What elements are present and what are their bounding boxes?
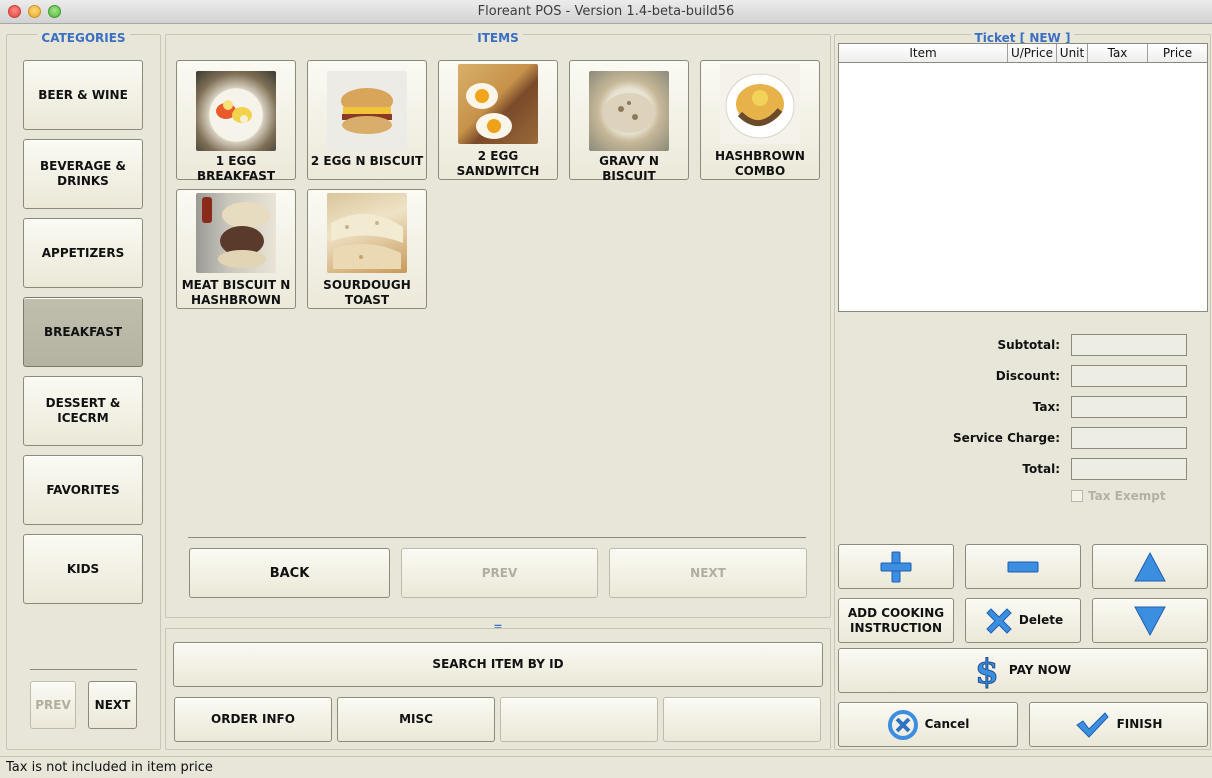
item-label: GRAVY N BISCUIT <box>599 154 659 183</box>
categories-divider <box>30 669 137 670</box>
tax-field <box>1071 396 1187 418</box>
item-image <box>720 64 800 144</box>
category-appetizers[interactable]: APPETIZERS <box>23 218 143 288</box>
category-breakfast[interactable]: BREAKFAST <box>23 297 143 367</box>
column-item[interactable]: Item <box>839 44 1008 62</box>
item-image <box>589 71 669 151</box>
categories-next-button[interactable]: NEXT <box>88 681 137 729</box>
search-item-by-id-button[interactable]: SEARCH ITEM BY ID <box>173 642 823 687</box>
cancel-button[interactable]: Cancel <box>838 702 1018 747</box>
items-title: ITEMS <box>473 31 523 45</box>
item-label: 1 EGG BREAKFAST <box>196 154 276 183</box>
plus-icon <box>880 551 912 582</box>
item-2-egg-sandwitch[interactable]: 2 EGG SANDWITCH <box>438 60 558 180</box>
discount-label: Discount: <box>995 369 1060 383</box>
category-favorites[interactable]: FAVORITES <box>23 455 143 525</box>
item-label: 2 EGG N BISCUIT <box>310 154 424 168</box>
item-sourdough-toast[interactable]: SOURDOUGH TOAST <box>307 189 427 309</box>
ticket-table-header: Item U/Price Unit Tax Price <box>839 44 1207 63</box>
service-charge-label: Service Charge: <box>953 431 1060 445</box>
categories-title: CATEGORIES <box>37 31 130 45</box>
decrease-quantity-button[interactable] <box>965 544 1081 589</box>
item-label: 2 EGG SANDWITCH <box>456 149 540 178</box>
category-dessert-icecrm[interactable]: DESSERT & ICECRM <box>23 376 143 446</box>
dollar-icon: $ <box>975 653 999 689</box>
categories-prev-button[interactable]: PREV <box>30 681 76 729</box>
service-charge-field <box>1071 427 1187 449</box>
category-beer-wine[interactable]: BEER & WINE <box>23 60 143 130</box>
delete-x-icon <box>986 607 1012 634</box>
empty-action-button-2[interactable] <box>663 697 821 742</box>
items-prev-button[interactable]: PREV <box>401 548 598 598</box>
subtotal-field <box>1071 334 1187 356</box>
items-divider <box>188 537 806 538</box>
tax-exempt-label: Tax Exempt <box>1088 489 1166 503</box>
order-info-button[interactable]: ORDER INFO <box>174 697 332 742</box>
column-tax[interactable]: Tax <box>1088 44 1148 62</box>
cancel-icon <box>887 709 918 740</box>
tax-label: Tax: <box>1032 400 1060 414</box>
items-next-button[interactable]: NEXT <box>609 548 807 598</box>
status-bar: Tax is not included in item price <box>0 756 1212 778</box>
finish-button[interactable]: FINISH <box>1029 702 1208 747</box>
tax-exempt-checkbox[interactable] <box>1071 490 1083 502</box>
ticket-table[interactable]: Item U/Price Unit Tax Price <box>838 43 1208 312</box>
down-arrow-icon <box>1134 606 1166 636</box>
checkmark-icon <box>1075 711 1109 738</box>
svg-text:$: $ <box>975 653 999 689</box>
item-gravy-n-biscuit[interactable]: GRAVY N BISCUIT <box>569 60 689 183</box>
item-image <box>458 64 538 144</box>
item-image <box>196 71 276 151</box>
delete-button[interactable]: Delete <box>965 598 1081 643</box>
item-meat-biscuit-n-hashbrown[interactable]: MEAT BISCUIT N HASHBROWN <box>176 189 296 309</box>
item-image <box>196 193 276 273</box>
window-title: Floreant POS - Version 1.4-beta-build56 <box>477 4 735 19</box>
pay-now-button[interactable]: $ PAY NOW <box>838 648 1208 693</box>
item-label: SOURDOUGH TOAST <box>323 278 411 307</box>
category-kids[interactable]: KIDS <box>23 534 143 604</box>
total-label: Total: <box>1022 462 1060 476</box>
items-back-button[interactable]: BACK <box>189 548 390 598</box>
status-text: Tax is not included in item price <box>6 760 213 775</box>
empty-action-button-1[interactable] <box>500 697 658 742</box>
minus-icon <box>1007 561 1039 572</box>
category-beverage-drinks[interactable]: BEVERAGE & DRINKS <box>23 139 143 209</box>
item-label: MEAT BISCUIT N HASHBROWN <box>181 278 291 307</box>
scroll-up-button[interactable] <box>1092 544 1208 589</box>
add-cooking-instruction-button[interactable]: ADD COOKING INSTRUCTION <box>838 598 954 643</box>
item-hashbrown-combo[interactable]: HASHBROWN COMBO <box>700 60 820 180</box>
column-price[interactable]: Price <box>1148 44 1207 62</box>
misc-button[interactable]: MISC <box>337 697 495 742</box>
title-bar: Floreant POS - Version 1.4-beta-build56 <box>0 0 1212 24</box>
up-arrow-icon <box>1134 551 1166 581</box>
scroll-down-button[interactable] <box>1092 598 1208 643</box>
subtotal-label: Subtotal: <box>997 338 1060 352</box>
item-image <box>327 71 407 151</box>
column-unit[interactable]: Unit <box>1057 44 1088 62</box>
increase-quantity-button[interactable] <box>838 544 954 589</box>
column-unit-price[interactable]: U/Price <box>1008 44 1057 62</box>
item-image <box>327 193 407 273</box>
item-label: HASHBROWN COMBO <box>715 149 805 178</box>
total-field <box>1071 458 1187 480</box>
item-1-egg-breakfast[interactable]: 1 EGG BREAKFAST <box>176 60 296 183</box>
discount-field <box>1071 365 1187 387</box>
item-2-egg-n-biscuit[interactable]: 2 EGG N BISCUIT <box>307 60 427 180</box>
